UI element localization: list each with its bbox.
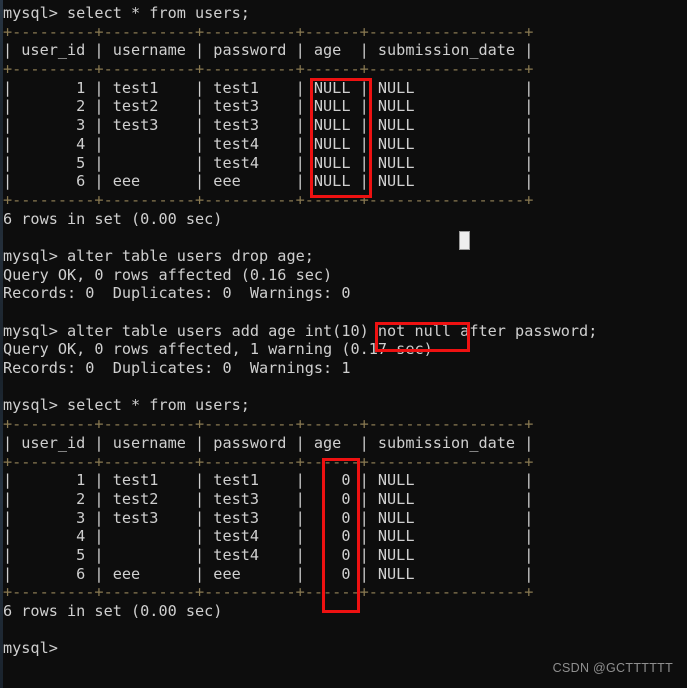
terminal-window[interactable]: mysql> select * from users; +---------+--… [0, 0, 687, 688]
watermark-label: CSDN @GCTTTTTT [552, 661, 673, 675]
table-row: | 5 | | test4 | 0 | NULL | [3, 545, 534, 564]
command-line-add-age: mysql> alter table users add age int(10)… [3, 321, 598, 340]
table-row: | 1 | test1 | test1 | NULL | NULL | [3, 78, 534, 97]
table1-rule-mid: +---------+----------+----------+------+… [3, 60, 534, 79]
table-row: | 1 | test1 | test1 | 0 | NULL | [3, 471, 534, 490]
table-row: | 2 | test2 | test3 | 0 | NULL | [3, 489, 534, 508]
table-row: | 4 | | test4 | 0 | NULL | [3, 527, 534, 546]
table2-rule-top: +---------+----------+----------+------+… [3, 415, 534, 434]
records-line-2: Records: 0 Duplicates: 0 Warnings: 1 [3, 359, 351, 378]
query-ok-line-1: Query OK, 0 rows affected (0.16 sec) [3, 265, 333, 284]
rows-in-set-footer-2: 6 rows in set (0.00 sec) [3, 602, 223, 620]
table-row: | 3 | test3 | test3 | 0 | NULL | [3, 508, 534, 527]
table-row: | 6 | eee | eee | 0 | NULL | [3, 564, 534, 583]
table-row: | 6 | eee | eee | NULL | NULL | [3, 172, 534, 191]
command-line-select-1: mysql> select * from users; [3, 4, 250, 22]
table-row: | 4 | | test4 | NULL | NULL | [3, 134, 534, 153]
rows-in-set-footer-1: 6 rows in set (0.00 sec) [3, 209, 223, 228]
table-row: | 2 | test2 | test3 | NULL | NULL | [3, 97, 534, 116]
final-prompt[interactable]: mysql> [3, 639, 687, 658]
table2-header-row: | user_id | username | password | age | … [3, 433, 534, 452]
terminal-screen[interactable]: mysql> select * from users; +---------+--… [3, 4, 687, 658]
command-line-select-2: mysql> select * from users; [3, 396, 250, 415]
terminal-output: mysql> select * from users; +---------+--… [3, 4, 687, 658]
command-line-drop-age: mysql> alter table users drop age; [3, 246, 314, 265]
table2-rule-bottom: +---------+----------+----------+------+… [3, 583, 534, 602]
table1-rule-bottom: +---------+----------+----------+------+… [3, 190, 534, 209]
table1-header-row: | user_id | username | password | age | … [3, 41, 534, 60]
table-row: | 5 | | test4 | NULL | NULL | [3, 153, 534, 172]
table1-rule-top: +---------+----------+----------+------+… [3, 22, 534, 41]
table-row: | 3 | test3 | test3 | NULL | NULL | [3, 116, 534, 135]
table2-rule-mid: +---------+----------+----------+------+… [3, 452, 534, 471]
records-line-1: Records: 0 Duplicates: 0 Warnings: 0 [3, 284, 351, 303]
text-cursor-block [459, 231, 470, 250]
query-ok-line-2: Query OK, 0 rows affected, 1 warning (0.… [3, 340, 433, 359]
